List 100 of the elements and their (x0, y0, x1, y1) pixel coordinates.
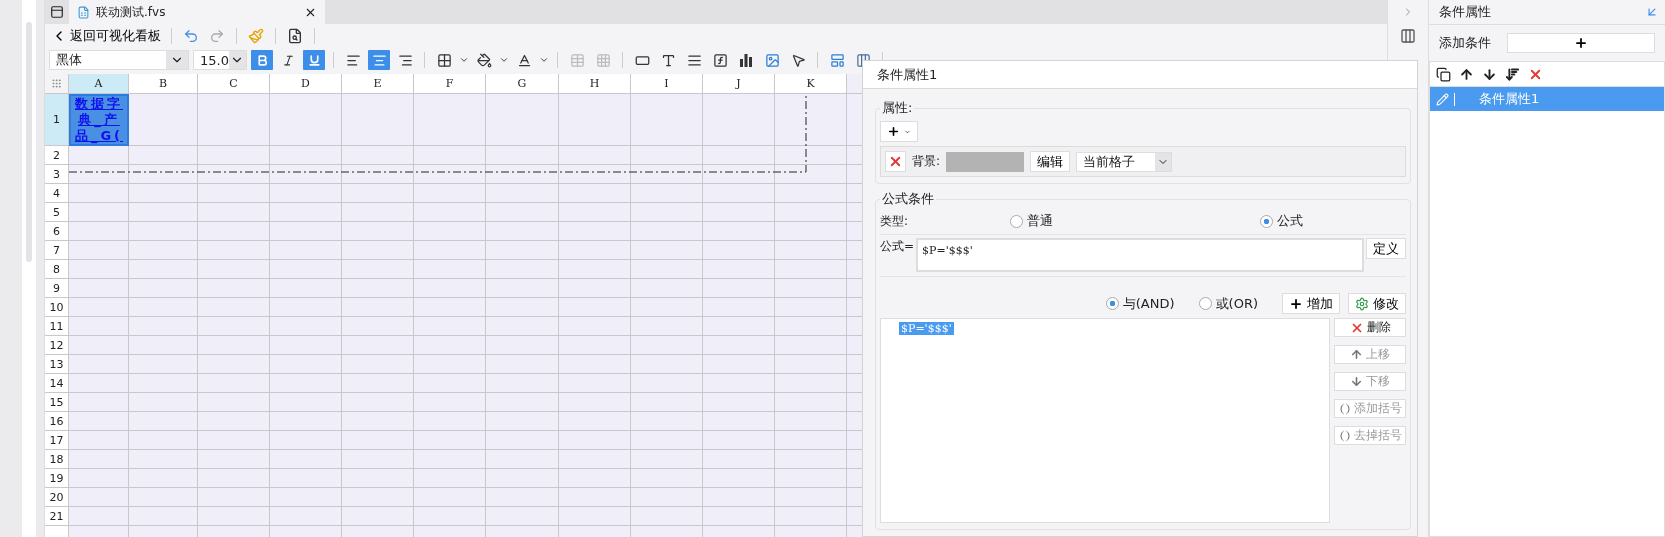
type-radio[interactable]: 公式 (1260, 212, 1406, 230)
edit-button[interactable]: 编辑 (1030, 151, 1071, 172)
panel-icon[interactable] (1400, 28, 1416, 44)
table-cell (270, 431, 342, 450)
row-header[interactable]: 1 (45, 94, 69, 146)
arrow-up-icon (1350, 348, 1363, 361)
table-cell (342, 184, 414, 203)
column-header[interactable]: J (703, 74, 775, 94)
table-cell (69, 355, 129, 374)
row-header[interactable]: 17 (45, 431, 69, 450)
row-header[interactable]: 4 (45, 184, 69, 203)
plus-icon (1574, 36, 1588, 50)
move-down-icon[interactable] (1482, 66, 1497, 82)
bold-button[interactable] (251, 50, 273, 70)
font-select[interactable]: 黑体 (49, 50, 189, 70)
table-cell (270, 146, 342, 165)
formula-field[interactable]: $P='$$$' (916, 238, 1364, 272)
row-header[interactable]: 9 (45, 279, 69, 298)
row-header[interactable]: 12 (45, 336, 69, 355)
row-header[interactable]: 14 (45, 374, 69, 393)
column-header[interactable]: F (414, 74, 486, 94)
column-header[interactable]: G (486, 74, 559, 94)
table-cell (69, 507, 129, 526)
column-header[interactable]: A (69, 74, 129, 94)
column-header[interactable]: K (775, 74, 847, 94)
type-radio[interactable]: 普通 (1010, 212, 1260, 230)
row-header[interactable]: 18 (45, 450, 69, 469)
caret-icon[interactable] (459, 55, 469, 65)
column-header[interactable]: I (631, 74, 703, 94)
row-header[interactable]: 10 (45, 298, 69, 317)
table-cell (198, 469, 270, 488)
copy-icon[interactable] (1436, 66, 1451, 82)
scope-select[interactable]: 当前格子 (1076, 151, 1173, 172)
table-cell (198, 393, 270, 412)
row-header[interactable]: 2 (45, 146, 69, 165)
row-header[interactable]: 8 (45, 260, 69, 279)
modify-button[interactable]: 修改 (1348, 293, 1406, 314)
function-icon (712, 52, 728, 68)
table-cell (270, 374, 342, 393)
brush-icon (248, 28, 264, 44)
template-icon[interactable] (50, 5, 64, 19)
table-cell (559, 222, 631, 241)
define-button[interactable]: 定义 (1366, 238, 1406, 259)
column-header[interactable]: H (559, 74, 631, 94)
table-cell (270, 279, 342, 298)
row-header[interactable]: 21 (45, 507, 69, 526)
column-header[interactable]: C (198, 74, 270, 94)
logic-radio[interactable]: 与(AND) (1105, 294, 1175, 313)
remove-button[interactable] (885, 151, 906, 172)
table-cell (631, 374, 703, 393)
column-header[interactable]: D (270, 74, 342, 94)
column-header[interactable]: E (342, 74, 414, 94)
table-cell (631, 412, 703, 431)
color-swatch[interactable] (946, 151, 1025, 172)
scrollbar-thumb[interactable] (26, 22, 32, 262)
table-cell (69, 450, 129, 469)
delete-button[interactable]: 删除 (1334, 318, 1406, 337)
table-cell (414, 431, 486, 450)
logic-radio[interactable]: 或(OR) (1198, 294, 1258, 313)
formula-label: 公式= (880, 238, 915, 255)
row-header[interactable]: 20 (45, 488, 69, 507)
row-header[interactable]: 6 (45, 222, 69, 241)
row-header[interactable]: 15 (45, 393, 69, 412)
row-header[interactable]: 16 (45, 412, 69, 431)
move-up-icon[interactable] (1459, 66, 1474, 82)
row-header[interactable]: 19 (45, 469, 69, 488)
move-bottom-icon[interactable] (1505, 66, 1520, 82)
row-header[interactable]: 13 (45, 355, 69, 374)
table-cell (69, 469, 129, 488)
caret-icon[interactable] (499, 55, 509, 65)
row-header[interactable]: 11 (45, 317, 69, 336)
table-cell (69, 241, 129, 260)
table-cell (559, 146, 631, 165)
table-cell (631, 279, 703, 298)
column-header[interactable]: B (129, 74, 198, 94)
table-cell (270, 412, 342, 431)
delete-icon (888, 154, 903, 169)
table-cell (129, 222, 198, 241)
table-cell (559, 203, 631, 222)
add-button[interactable]: 增加 (1282, 293, 1340, 314)
table-cell (414, 450, 486, 469)
table-cell (559, 393, 631, 412)
row-header[interactable]: 3 (45, 165, 69, 184)
parentheses-icon (1338, 402, 1351, 415)
table-cell (703, 317, 775, 336)
file-tab[interactable]: 联动测试.fvs (69, 0, 325, 24)
table-cell (270, 450, 342, 469)
table-cell (631, 469, 703, 488)
add-attribute-button[interactable] (880, 121, 918, 142)
table-cell (198, 317, 270, 336)
back-button[interactable]: 返回可视化看板 (49, 27, 163, 45)
align-center-button[interactable] (368, 50, 390, 70)
caret-icon[interactable] (539, 55, 549, 65)
font-size-select[interactable]: 15.0 (193, 50, 247, 70)
table-cell (69, 374, 129, 393)
table-cell (703, 146, 775, 165)
table-cell (198, 241, 270, 260)
row-header[interactable]: 7 (45, 241, 69, 260)
row-header[interactable]: 5 (45, 203, 69, 222)
table-cell (342, 374, 414, 393)
